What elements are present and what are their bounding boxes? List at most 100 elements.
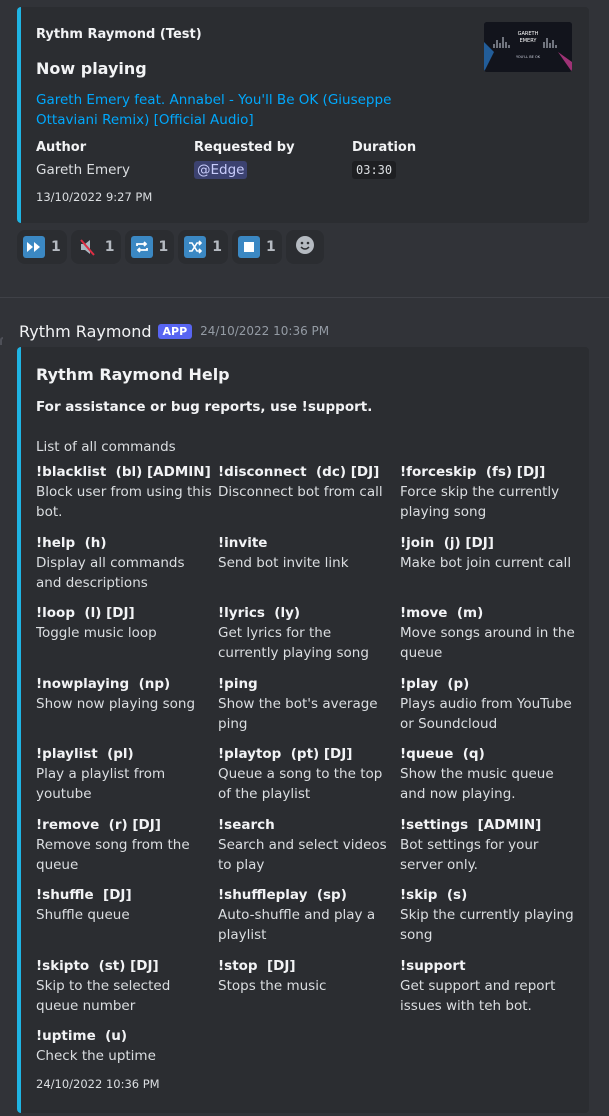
command-name: !loop (l) [DJ] [36, 605, 135, 621]
shuffle-icon [184, 236, 207, 258]
reaction-repeat[interactable]: 1 [124, 230, 175, 264]
field-author-value: Gareth Emery [36, 162, 130, 178]
command-name: !search [218, 816, 275, 833]
command-field: !invite Send bot invite link [218, 533, 400, 604]
user-mention[interactable]: @Edge [194, 161, 248, 179]
command-field: !ping Show the bot's average ping [218, 674, 400, 745]
reaction-stop[interactable]: 1 [232, 230, 282, 264]
command-field: !disconnect (dc) [DJ] Disconnect bot from… [218, 462, 400, 533]
field-duration-value: 03:30 [352, 161, 397, 179]
command-description: Plays audio from YouTube or Soundcloud [400, 695, 572, 732]
command-field: !forceskip (fs) [DJ] Force skip the curre… [400, 462, 582, 533]
username[interactable]: Rythm Raymond [19, 322, 152, 341]
command-description: Toggle music loop [36, 625, 157, 641]
field-requested-value: @Edge [194, 161, 248, 179]
help-subtitle: List of all commands [36, 439, 176, 455]
command-description: Block user from using this bot. [36, 484, 212, 520]
command-name: !support [400, 957, 466, 974]
command-description: Remove song from the queue [36, 836, 190, 873]
thumb-text-2: EMERY [520, 38, 538, 44]
field-requested-name: Requested by [194, 140, 295, 155]
repeat-icon [130, 236, 153, 258]
command-description: Disconnect bot from call [218, 484, 383, 500]
command-description: Show now playing song [36, 695, 196, 712]
help-title: Rythm Raymond Help [36, 365, 230, 384]
stop-icon [238, 236, 260, 258]
command-field: !shuffle [DJ] Shuffle queue [36, 885, 218, 956]
command-description: Skip the currently playing song [400, 907, 574, 943]
command-name: !shuffleplay (sp) [218, 887, 347, 903]
command-description: Shuffle queue [36, 907, 130, 923]
command-name: !shuffle [DJ] [36, 887, 132, 903]
command-name: !ping [218, 675, 258, 692]
smiley-icon [295, 235, 315, 259]
command-field: !skip (s) Skip the currently playing song [400, 885, 582, 956]
message-divider [0, 297, 609, 298]
video-thumbnail[interactable]: GARETH EMERY YOU'LL BE OK [484, 22, 572, 72]
reaction-count: 1 [212, 239, 222, 255]
reaction-shuffle[interactable]: 1 [178, 230, 228, 264]
command-name: !playtop (pt) [DJ] [218, 746, 353, 762]
reply-spine [0, 337, 3, 345]
command-name: !skipto (st) [DJ] [36, 957, 159, 974]
command-field: !play (p) Plays audio from YouTube or Sou… [400, 674, 582, 745]
reaction-fast-forward[interactable]: 1 [17, 230, 67, 264]
command-field: !blacklist (bl) [ADMIN] Block user from u… [36, 462, 218, 533]
command-description: Get support and report issues with teh b… [400, 977, 556, 1014]
command-name: !join (j) [DJ] [400, 534, 494, 551]
add-reaction-button[interactable] [285, 230, 324, 264]
embed-title: Now playing [36, 59, 147, 78]
command-field: !shuffleplay (sp) Auto-shuffle and play a… [218, 885, 400, 956]
now-playing-embed: Rythm Raymond (Test) Now playing Gareth … [17, 7, 589, 223]
command-name: !remove (r) [DJ] [36, 816, 161, 833]
reaction-count: 1 [104, 239, 115, 255]
command-description: Show the bot's average ping [218, 695, 378, 732]
command-name: !stop [DJ] [218, 957, 296, 974]
song-link[interactable]: Gareth Emery feat. Annabel - You'll Be O… [36, 90, 456, 130]
command-name: !move (m) [400, 605, 484, 621]
command-name: !play (p) [400, 675, 470, 692]
command-field: !remove (r) [DJ] Remove song from the que… [36, 815, 218, 886]
command-name: !blacklist (bl) [ADMIN] [36, 464, 211, 480]
command-name: !settings [ADMIN] [400, 816, 542, 833]
reaction-count: 1 [158, 239, 169, 255]
command-description: Make bot join current call [400, 554, 572, 571]
reaction-mute[interactable]: 1 [70, 230, 121, 264]
command-grid: !blacklist (bl) [ADMIN] Block user from u… [36, 462, 586, 1097]
command-name: !uptime (u) [36, 1028, 128, 1044]
help-embed: Rythm Raymond Help For assistance or bug… [17, 347, 589, 1113]
fast-forward-icon [23, 236, 45, 258]
reaction-count: 1 [51, 239, 61, 255]
command-field: !settings [ADMIN] Bot settings for your s… [400, 815, 582, 886]
thumb-text-3: YOU'LL BE OK [516, 55, 541, 59]
reaction-bar: 1 1 1 1 1 [17, 230, 324, 264]
command-description: Move songs around in the queue [400, 625, 575, 661]
command-field: !lyrics (ly) Get lyrics for the currently… [218, 603, 400, 674]
command-description: Show the music queue and now playing. [400, 766, 554, 802]
embed-author: Rythm Raymond (Test) [36, 27, 202, 42]
command-field: !search Search and select videos to play [218, 815, 400, 886]
command-description: Send bot invite link [218, 554, 349, 571]
command-description: Stops the music [218, 977, 327, 994]
command-description: Skip to the selected queue number [36, 977, 171, 1014]
message-timestamp[interactable]: 24/10/2022 10:36 PM [200, 324, 329, 338]
command-description: Get lyrics for the currently playing son… [218, 625, 369, 661]
command-description: Search and select videos to play [218, 836, 387, 873]
command-field: !skipto (st) [DJ] Skip to the selected qu… [36, 956, 218, 1027]
message-header: Rythm Raymond APP 24/10/2022 10:36 PM [19, 320, 329, 342]
app-badge: APP [157, 323, 193, 339]
command-field: !playtop (pt) [DJ] Queue a song to the to… [218, 744, 400, 815]
field-author-name: Author [36, 140, 87, 155]
command-name: !help (h) [36, 534, 107, 551]
command-description: Display all commands and descriptions [36, 554, 185, 591]
command-name: !skip (s) [400, 887, 468, 903]
command-name: !disconnect (dc) [DJ] [218, 464, 380, 480]
command-description: Check the uptime [36, 1048, 156, 1064]
command-name: !queue (q) [400, 746, 485, 762]
command-field: !join (j) [DJ] Make bot join current call [400, 533, 582, 604]
command-description: Queue a song to the top of the playlist [218, 766, 383, 802]
command-name: !forceskip (fs) [DJ] [400, 464, 546, 480]
command-field: !help (h) Display all commands and descri… [36, 533, 218, 604]
help-timestamp: 24/10/2022 10:36 PM [36, 1077, 160, 1091]
command-field: !loop (l) [DJ] Toggle music loop [36, 603, 218, 674]
